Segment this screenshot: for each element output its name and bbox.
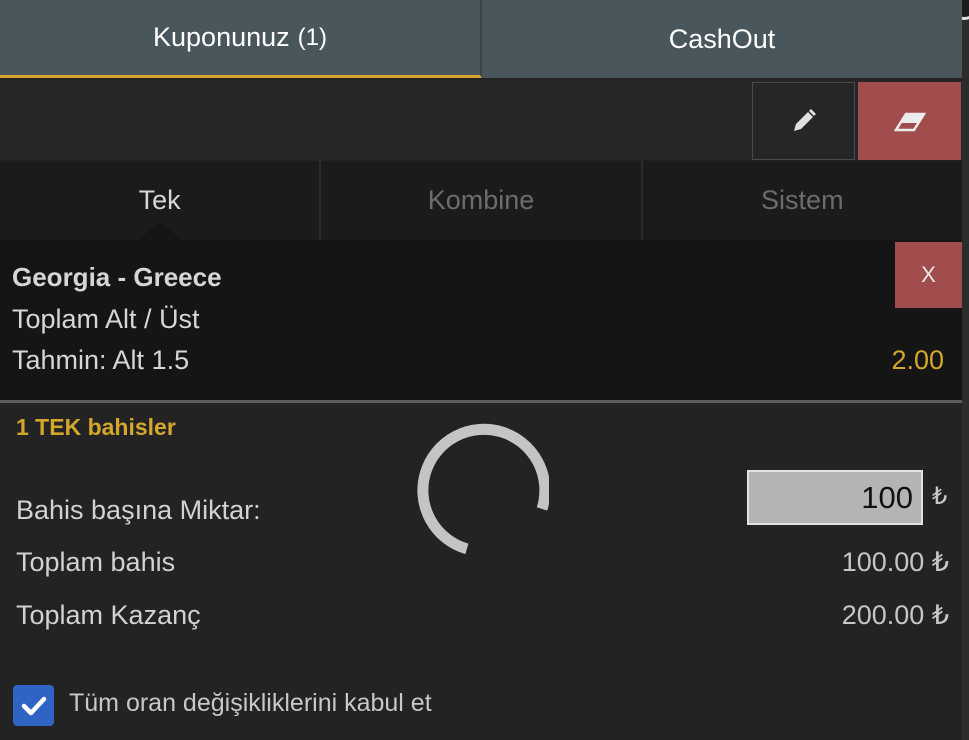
prediction: Tahmin: Alt 1.5 xyxy=(12,345,190,375)
total-win-value: 200.00 ₺ xyxy=(841,600,949,630)
top-tab-bar: Kuponunuz (1) CashOut xyxy=(0,0,962,78)
tab-coupon[interactable]: Kuponunuz (1) xyxy=(0,0,482,78)
odds-value: 2.00 xyxy=(891,345,944,375)
stake-input[interactable] xyxy=(747,470,923,525)
bet-type-tabs: Tek Kombine Sistem xyxy=(0,161,962,241)
checkmark-icon xyxy=(21,696,46,715)
edit-button[interactable] xyxy=(752,82,855,160)
tab-kombine[interactable]: Kombine xyxy=(321,161,643,240)
bet-selection: Georgia - Greece Toplam Alt / Üst Tahmin… xyxy=(0,240,962,400)
coupon-toolbar xyxy=(0,80,962,160)
match-title: Georgia - Greece xyxy=(12,262,222,292)
tab-coupon-label: Kuponunuz xyxy=(153,22,290,52)
tab-coupon-count: (1) xyxy=(297,23,327,51)
stake-label: Bahis başına Miktar: xyxy=(16,495,261,525)
accept-changes-label[interactable]: Tüm oran değişikliklerini kabul et xyxy=(69,689,432,718)
tab-tek[interactable]: Tek xyxy=(0,161,322,241)
accept-changes-checkbox[interactable] xyxy=(13,685,54,726)
tab-cashout-label: CashOut xyxy=(668,23,776,54)
clear-coupon-button[interactable] xyxy=(858,82,961,160)
eraser-icon xyxy=(893,112,926,132)
total-win-label: Toplam Kazanç xyxy=(16,600,201,630)
stake-currency: ₺ xyxy=(932,483,948,510)
loading-spinner-icon xyxy=(417,423,549,555)
divider xyxy=(0,400,962,403)
scrollbar-track[interactable] xyxy=(962,0,969,740)
total-stake-value: 100.00 ₺ xyxy=(841,547,949,577)
bet-count-header: 1 TEK bahisler xyxy=(16,414,176,440)
pencil-icon xyxy=(793,109,816,131)
tab-cashout[interactable]: CashOut xyxy=(482,0,962,78)
market-name: Toplam Alt / Üst xyxy=(12,304,200,334)
tab-sistem[interactable]: Sistem xyxy=(643,161,962,240)
remove-selection-button[interactable]: X xyxy=(895,242,962,308)
total-stake-label: Toplam bahis xyxy=(16,547,176,577)
